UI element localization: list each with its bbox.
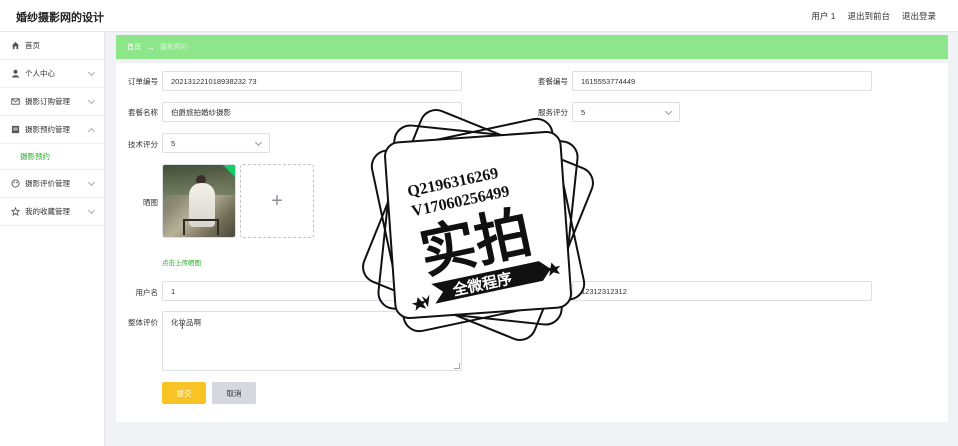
service-score-label: 服务评分: [538, 108, 568, 117]
service-score-select[interactable]: 5: [572, 102, 680, 122]
tech-score-label: 技术评分: [128, 140, 158, 149]
chevron-down-icon: [664, 107, 673, 116]
logout-link[interactable]: 退出登录: [902, 10, 936, 22]
phone-field[interactable]: 12312312312: [572, 281, 872, 301]
palette-icon: [11, 179, 20, 188]
order-no-field[interactable]: 202131221018938232 73: [162, 71, 462, 91]
chevron-down-icon: [87, 206, 96, 215]
sidebar-item-appointment-management[interactable]: 摄影预约管理: [0, 116, 104, 144]
breadcrumb-home[interactable]: 首页: [127, 42, 141, 52]
chevron-down-icon: [254, 138, 263, 147]
breadcrumb-current: 摄影预约: [160, 44, 188, 51]
app-title: 婚纱摄影网的设计: [16, 12, 104, 24]
sidebar-item-label: 个人中心: [25, 69, 55, 78]
mail-icon: [11, 97, 20, 106]
breadcrumb: 首页 → 摄影预约: [116, 35, 948, 59]
submit-button[interactable]: 提交: [162, 382, 206, 404]
uploaded-check-icon: [223, 165, 235, 177]
list-icon: [11, 125, 20, 134]
service-score-value: 5: [581, 107, 586, 117]
review-textarea[interactable]: 化妆品啊: [162, 311, 462, 371]
sidebar-item-personal-center[interactable]: 个人中心: [0, 60, 104, 88]
upload-photo-button[interactable]: +: [240, 164, 314, 238]
chevron-up-icon: [87, 127, 96, 136]
sidebar-item-label: 摄影预约管理: [25, 125, 70, 134]
plus-icon: +: [271, 189, 283, 212]
package-no-field[interactable]: 1615553774449: [572, 71, 872, 91]
photo-label: 晒图: [143, 198, 158, 207]
order-no-label: 订单编号: [128, 77, 158, 86]
current-user-link[interactable]: 用户 1: [811, 10, 835, 22]
cancel-button[interactable]: 取消: [212, 382, 256, 404]
package-name-field[interactable]: 伯爵旅拍婚纱摄影: [162, 102, 462, 122]
sidebar-item-label: 我的收藏管理: [25, 207, 70, 216]
package-no-label: 套餐编号: [538, 77, 568, 86]
resize-handle-icon[interactable]: [454, 363, 460, 369]
top-bar: 婚纱摄影网的设计 用户 1 退出到前台 退出登录: [0, 0, 958, 32]
form-panel: 订单编号 202131221018938232 73 套餐编号 16155537…: [116, 63, 948, 422]
username-label: 用户名: [135, 288, 159, 297]
home-icon: [11, 41, 20, 50]
review-label: 整体评价: [128, 318, 158, 327]
sidebar-item-label: 摄影订购管理: [25, 97, 70, 106]
sidebar-subitem-label: 摄影预约: [20, 152, 50, 161]
phone-label: 联系电话: [538, 288, 568, 297]
top-nav: 用户 1 退出到前台 退出登录: [811, 10, 936, 22]
sidebar-item-home[interactable]: 首页: [0, 32, 104, 60]
sidebar-item-order-management[interactable]: 摄影订购管理: [0, 88, 104, 116]
review-text: 化妆品啊: [171, 318, 201, 327]
tech-score-select[interactable]: 5: [162, 133, 270, 153]
tech-score-value: 5: [171, 138, 176, 148]
chevron-down-icon: [87, 178, 96, 187]
arrow-right-icon: →: [146, 42, 155, 52]
sidebar-item-favorites-management[interactable]: 我的收藏管理: [0, 198, 104, 226]
package-name-label: 套餐名称: [128, 108, 158, 117]
star-icon: [11, 207, 20, 216]
chevron-down-icon: [87, 68, 96, 77]
sidebar: 首页 个人中心 摄影订购管理 摄影预约管理 摄影预约 摄影评价管理 我的收藏管理: [0, 32, 105, 446]
chevron-down-icon: [87, 96, 96, 105]
back-to-front-link[interactable]: 退出到前台: [847, 10, 890, 22]
text-cursor-icon: I: [181, 321, 184, 331]
user-icon: [11, 69, 20, 78]
username-field[interactable]: 1: [162, 281, 462, 301]
uploaded-photo-thumbnail[interactable]: [162, 164, 236, 238]
sidebar-item-review-management[interactable]: 摄影评价管理: [0, 170, 104, 198]
sidebar-item-label: 首页: [25, 41, 40, 50]
sidebar-subitem-appointment[interactable]: 摄影预约: [0, 144, 104, 170]
sidebar-item-label: 摄影评价管理: [25, 179, 70, 188]
upload-hint: 点击上传晒图: [162, 260, 201, 267]
